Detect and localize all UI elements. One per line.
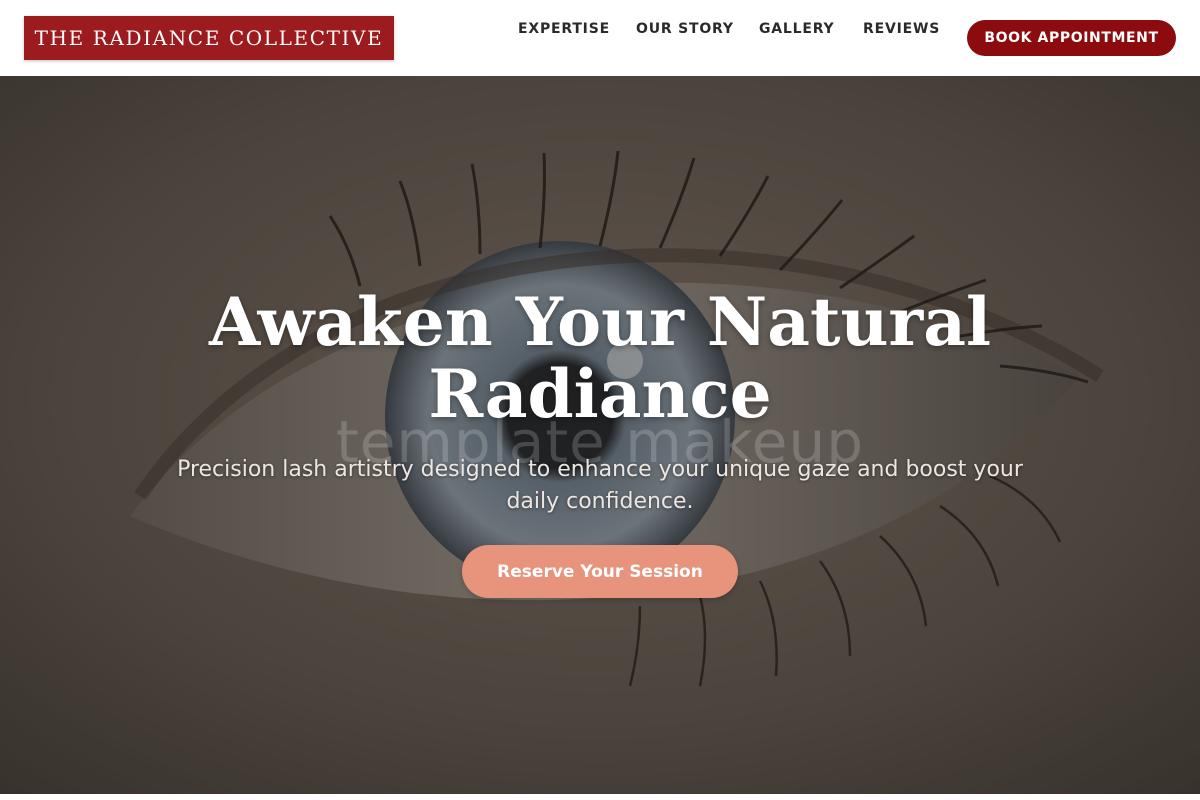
hero-eye-image [0, 76, 1200, 794]
site-logo[interactable]: THE RADIANCE COLLECTIVE [24, 16, 394, 60]
page-bottom-strip [0, 794, 1200, 800]
nav-link-expertise[interactable]: EXPERTISE [518, 21, 610, 39]
hero-section: template makeup Awaken Your Natural Radi… [0, 76, 1200, 794]
nav-link-our-story[interactable]: OUR STORY [636, 21, 734, 39]
hero-subtitle: Precision lash artistry designed to enha… [177, 457, 1023, 514]
book-appointment-button[interactable]: BOOK APPOINTMENT [967, 20, 1176, 56]
reserve-session-button[interactable]: Reserve Your Session [462, 545, 738, 598]
hero-title: Awaken Your Natural Radiance [208, 283, 992, 433]
site-header: THE RADIANCE COLLECTIVE EXPERTISE OUR ST… [0, 0, 1200, 76]
nav-link-reviews[interactable]: REVIEWS [863, 21, 940, 39]
nav-link-gallery[interactable]: GALLERY [759, 21, 834, 39]
